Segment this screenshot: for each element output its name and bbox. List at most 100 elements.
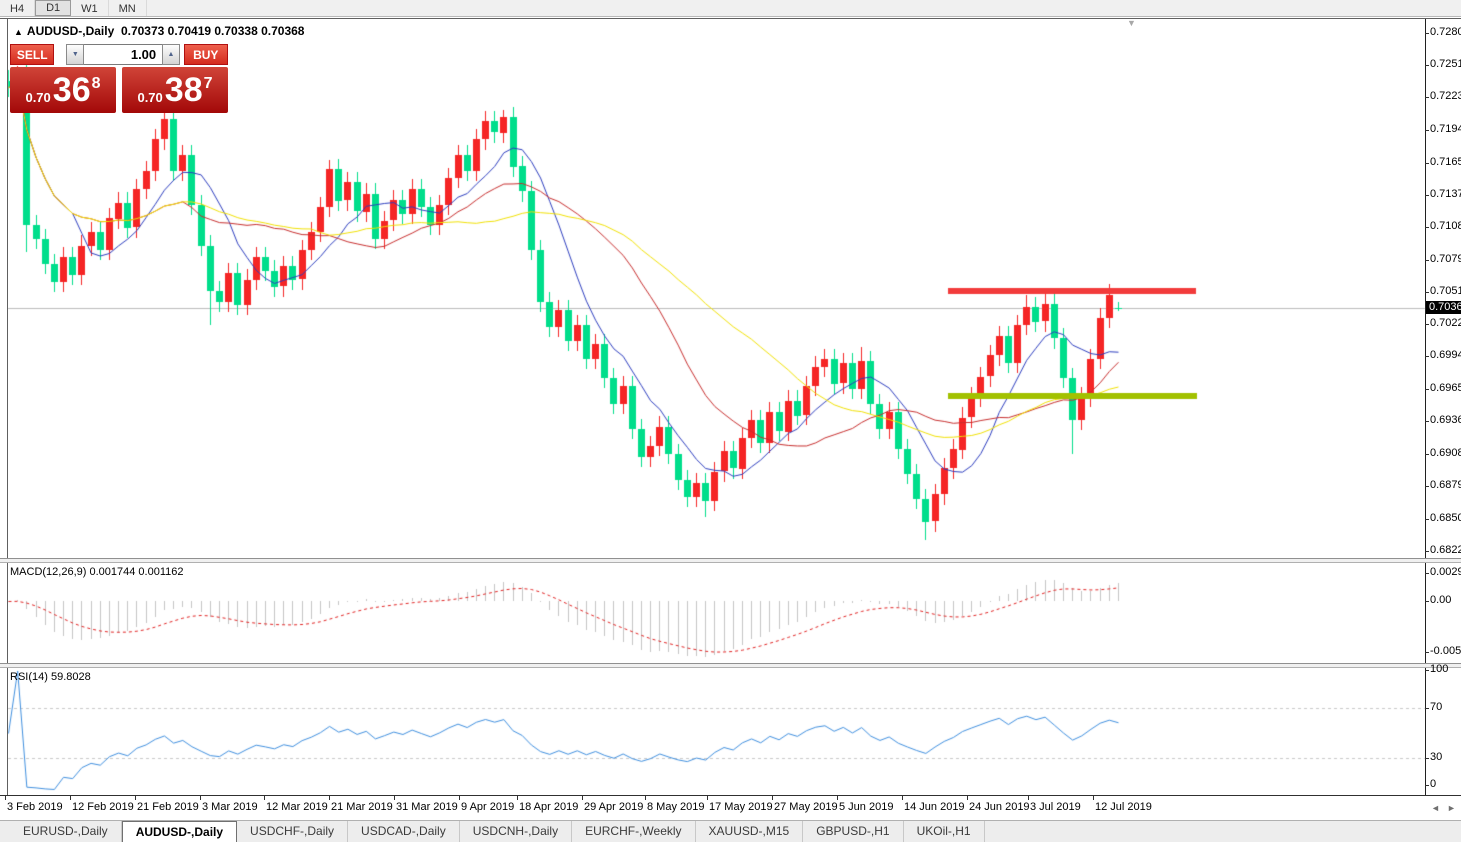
price-axis-tick — [1425, 195, 1429, 196]
timeframe-button-h4[interactable]: H4 — [0, 0, 35, 16]
time-axis-label: 3 Jul 2019 — [1030, 801, 1081, 813]
time-axis-border — [0, 795, 1461, 796]
time-axis-tick — [135, 796, 136, 800]
time-axis-tick — [902, 796, 903, 800]
time-axis-label: 21 Feb 2019 — [137, 801, 199, 813]
sell-price-box[interactable]: 0.70368 — [10, 67, 116, 113]
tab-usdcad-daily[interactable]: USDCAD-,Daily — [348, 821, 460, 842]
time-axis-label: 12 Feb 2019 — [72, 801, 134, 813]
time-axis-tick — [329, 796, 330, 800]
time-axis-tick — [459, 796, 460, 800]
time-axis-label: 3 Mar 2019 — [202, 801, 258, 813]
chart-top-border — [0, 18, 1461, 19]
rsi-axis-label: 70 — [1430, 701, 1442, 713]
price-axis-tick — [1425, 356, 1429, 357]
tab-eurchf-weekly[interactable]: EURCHF-,Weekly — [572, 821, 695, 842]
price-axis-tick — [1425, 130, 1429, 131]
time-axis-tick — [645, 796, 646, 800]
time-axis-label: 5 Jun 2019 — [839, 801, 893, 813]
timeframe-toolbar: H4D1W1MN — [0, 0, 1461, 17]
price-axis-tick — [1425, 292, 1429, 293]
time-axis-tick — [582, 796, 583, 800]
time-axis-tick — [1093, 796, 1094, 800]
rsi-axis-label: 0 — [1430, 778, 1436, 790]
price-axis-label: 0.72800 — [1430, 26, 1461, 38]
tab-ukoil-h1[interactable]: UKOil-,H1 — [904, 821, 985, 842]
rsi-label: RSI(14) 59.8028 — [10, 671, 91, 683]
time-axis-tick — [707, 796, 708, 800]
price-axis-label: 0.69940 — [1430, 349, 1461, 361]
time-axis-label: 14 Jun 2019 — [904, 801, 965, 813]
price-axis-tick — [1425, 227, 1429, 228]
tab-usdcnh-daily[interactable]: USDCNH-,Daily — [460, 821, 572, 842]
sell-price-pip: 8 — [92, 75, 101, 93]
time-axis-label: 9 Apr 2019 — [461, 801, 514, 813]
tab-xauusd-m15[interactable]: XAUUSD-,M15 — [696, 821, 804, 842]
pane-splitter[interactable] — [0, 663, 1461, 668]
one-click-trading-panel: SELL ▼ ▲ BUY 0.70368 0.70387 — [10, 44, 228, 113]
collapse-arrow-icon[interactable]: ▲ — [14, 27, 23, 37]
price-axis-tick — [1425, 486, 1429, 487]
price-axis-tick — [1425, 519, 1429, 520]
price-axis-tick — [1425, 389, 1429, 390]
timeframe-button-mn[interactable]: MN — [109, 0, 147, 16]
sell-button[interactable]: SELL — [10, 44, 54, 65]
scroll-left-icon[interactable]: ◄ — [1431, 803, 1440, 813]
time-axis-label: 18 Apr 2019 — [519, 801, 578, 813]
chart-canvas[interactable] — [0, 0, 1461, 842]
rsi-axis-tick — [1425, 670, 1429, 671]
time-axis-label: 27 May 2019 — [774, 801, 838, 813]
price-axis-label: 0.72230 — [1430, 90, 1461, 102]
sell-price-prefix: 0.70 — [25, 90, 50, 105]
buy-price-pip: 7 — [204, 75, 213, 93]
rsi-axis-tick — [1425, 785, 1429, 786]
macd-axis-tick — [1425, 601, 1429, 602]
rsi-axis-label: 100 — [1430, 663, 1448, 675]
symbol-name: AUDUSD-,Daily — [27, 24, 114, 38]
price-axis-label: 0.68505 — [1430, 512, 1461, 524]
tab-eurusd-daily[interactable]: EURUSD-,Daily — [10, 821, 122, 842]
buy-button[interactable]: BUY — [184, 44, 228, 65]
timeframe-button-w1[interactable]: W1 — [71, 0, 109, 16]
price-axis-label: 0.70795 — [1430, 253, 1461, 265]
price-axis-tick — [1425, 551, 1429, 552]
scroll-right-icon[interactable]: ► — [1447, 803, 1456, 813]
tab-gbpusd-h1[interactable]: GBPUSD-,H1 — [803, 821, 903, 842]
time-axis-label: 12 Jul 2019 — [1095, 801, 1152, 813]
time-axis-tick — [772, 796, 773, 800]
time-axis-tick — [200, 796, 201, 800]
timeframe-button-d1[interactable]: D1 — [35, 0, 71, 16]
volume-decrease-button[interactable]: ▼ — [66, 44, 84, 65]
price-axis-tick — [1425, 65, 1429, 66]
time-axis-tick — [1028, 796, 1029, 800]
tab-usdchf-daily[interactable]: USDCHF-,Daily — [237, 821, 348, 842]
time-axis-label: 29 Apr 2019 — [584, 801, 643, 813]
volume-input[interactable] — [84, 44, 162, 65]
time-axis-tick — [394, 796, 395, 800]
tab-audusd-daily[interactable]: AUDUSD-,Daily — [122, 821, 237, 842]
trading-terminal: H4D1W1MN ▲AUDUSD-,Daily 0.70373 0.70419 … — [0, 0, 1461, 842]
price-axis-label: 0.69365 — [1430, 414, 1461, 426]
price-axis-tick — [1425, 260, 1429, 261]
macd-axis-tick — [1425, 573, 1429, 574]
buy-price-box[interactable]: 0.70387 — [122, 67, 228, 113]
sell-price-main: 36 — [53, 73, 91, 107]
price-axis-tick — [1425, 97, 1429, 98]
time-axis-label: 31 Mar 2019 — [396, 801, 458, 813]
price-axis-label: 0.70225 — [1430, 317, 1461, 329]
volume-increase-button[interactable]: ▲ — [162, 44, 180, 65]
price-axis-label: 0.71945 — [1430, 123, 1461, 135]
price-axis-label: 0.69650 — [1430, 382, 1461, 394]
buy-price-prefix: 0.70 — [137, 90, 162, 105]
pane-splitter[interactable] — [0, 558, 1461, 563]
time-axis-tick — [837, 796, 838, 800]
price-axis-tick — [1425, 163, 1429, 164]
price-axis-label: 0.68220 — [1430, 544, 1461, 556]
chart-shift-marker-icon[interactable]: ▼ — [1127, 18, 1136, 28]
price-axis-label: 0.70510 — [1430, 285, 1461, 297]
axis-separator — [1425, 19, 1426, 795]
price-axis-tick — [1425, 324, 1429, 325]
macd-axis-tick — [1425, 652, 1429, 653]
time-axis-tick — [967, 796, 968, 800]
price-axis-label: 0.72515 — [1430, 58, 1461, 70]
